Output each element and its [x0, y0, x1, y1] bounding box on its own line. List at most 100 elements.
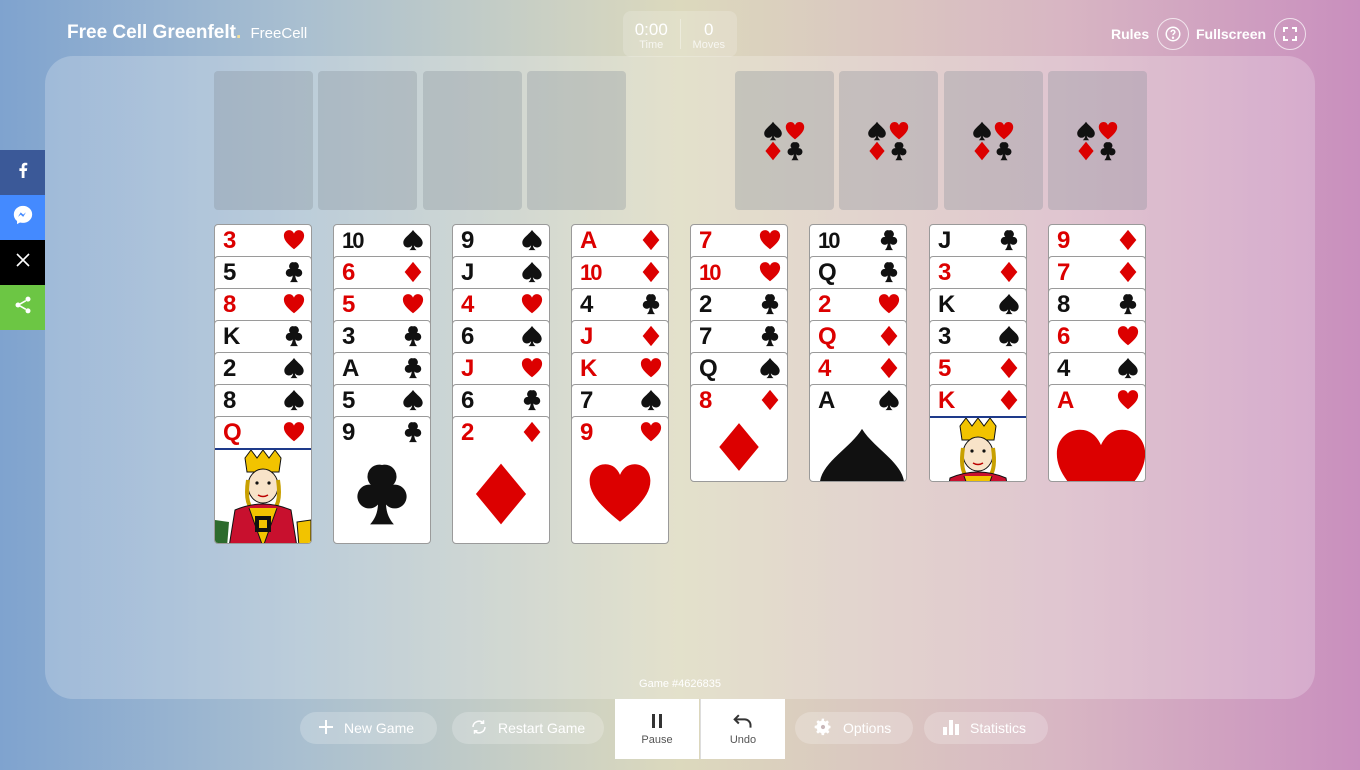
spade-icon — [972, 121, 991, 140]
diamond-icon — [404, 261, 422, 283]
share-messenger-button[interactable] — [0, 195, 45, 240]
card-rank: K — [580, 355, 597, 382]
free-cell-1[interactable] — [214, 71, 313, 210]
heart-icon — [759, 262, 781, 282]
card-rank: 3 — [223, 227, 236, 254]
pause-button[interactable]: Pause — [615, 699, 699, 759]
new-game-button[interactable]: New Game — [300, 712, 437, 744]
card-rank: 8 — [699, 387, 712, 414]
diamond-icon — [642, 261, 660, 283]
club-icon — [285, 326, 303, 347]
heart-icon — [283, 294, 305, 314]
diamond-icon — [1000, 389, 1018, 411]
heart-icon — [1117, 326, 1139, 346]
free-cell-4[interactable] — [527, 71, 626, 210]
card-rank: J — [580, 323, 593, 350]
hud-time: 0:00 Time — [623, 11, 680, 57]
spade-icon — [1076, 121, 1095, 140]
x-icon — [15, 252, 31, 273]
new-game-label: New Game — [344, 720, 415, 736]
foundation-2[interactable] — [839, 71, 938, 210]
card-rank: 8 — [223, 291, 236, 318]
diamond-icon — [1000, 357, 1018, 379]
card-rank: 9 — [580, 419, 593, 446]
messenger-icon — [12, 204, 34, 231]
card-rank: 7 — [1057, 259, 1070, 286]
card-A-of-hearts[interactable]: A — [1048, 384, 1146, 482]
free-cell-3[interactable] — [423, 71, 522, 210]
face-card-art — [215, 448, 311, 543]
club-icon — [996, 141, 1011, 160]
heart-icon — [521, 358, 543, 378]
help-icon — [1157, 18, 1190, 50]
options-button[interactable]: Options — [795, 712, 913, 744]
four-suits-icon — [867, 121, 911, 161]
undo-button[interactable]: Undo — [700, 699, 785, 759]
club-icon — [880, 262, 898, 283]
card-rank: 4 — [461, 291, 474, 318]
brand-subtitle: FreeCell — [250, 25, 308, 42]
free-cell-2[interactable] — [318, 71, 417, 210]
spade-icon — [867, 121, 886, 140]
club-icon — [523, 390, 541, 411]
card-rank: 2 — [818, 291, 831, 318]
bar-chart-icon — [942, 718, 960, 739]
share-share-button[interactable] — [0, 285, 45, 330]
card-rank: J — [938, 227, 951, 254]
card-rank: A — [580, 227, 597, 254]
brand-title-text: Free Cell Greenfelt — [67, 22, 236, 43]
heart-center-icon — [589, 464, 651, 522]
brand-title[interactable]: Free Cell Greenfelt. FreeCell — [67, 22, 307, 44]
card-2-of-diamonds[interactable]: 2 — [452, 416, 550, 544]
pause-label: Pause — [641, 733, 673, 746]
fullscreen-button[interactable]: Fullscreen — [1196, 18, 1307, 50]
game-number: Game #4626835 — [639, 678, 721, 690]
card-9-of-clubs[interactable]: 9 — [333, 416, 431, 544]
heart-center-icon — [1056, 429, 1145, 481]
card-9-of-hearts[interactable]: 9 — [571, 416, 669, 544]
diamond-center-icon — [719, 423, 759, 471]
share-facebook-button[interactable] — [0, 150, 45, 195]
rules-label: Rules — [1111, 26, 1150, 42]
diamond-icon — [973, 141, 990, 160]
diamond-icon — [642, 229, 660, 251]
foundation-3[interactable] — [944, 71, 1043, 210]
card-rank: 6 — [1057, 323, 1070, 350]
statistics-button[interactable]: Statistics — [924, 712, 1048, 744]
card-rank: 10 — [580, 260, 603, 285]
heart-icon — [1098, 121, 1117, 139]
card-rank: 8 — [1057, 291, 1070, 318]
card-rank: 5 — [223, 259, 236, 286]
foundation-4[interactable] — [1048, 71, 1147, 210]
club-icon — [761, 294, 779, 315]
card-rank: 3 — [938, 323, 951, 350]
diamond-icon — [642, 325, 660, 347]
card-K-of-diamonds[interactable]: K — [929, 384, 1027, 482]
restart-game-button[interactable]: Restart Game — [452, 712, 604, 744]
share-x-button[interactable] — [0, 240, 45, 285]
card-rank: 9 — [1057, 227, 1070, 254]
diamond-icon — [764, 141, 781, 160]
spade-icon — [522, 229, 542, 251]
diamond-center-icon — [475, 463, 527, 525]
pause-icon — [650, 713, 664, 732]
spade-icon — [763, 121, 782, 140]
foundation-1[interactable] — [735, 71, 834, 210]
card-8-of-diamonds[interactable]: 8 — [690, 384, 788, 482]
club-icon — [404, 422, 422, 443]
club-icon — [1119, 294, 1137, 315]
spade-icon — [641, 389, 661, 411]
card-rank: 6 — [461, 387, 474, 414]
card-Q-of-hearts[interactable]: Q — [214, 416, 312, 544]
statistics-label: Statistics — [970, 720, 1027, 736]
card-rank: 5 — [938, 355, 951, 382]
card-rank: Q — [818, 323, 837, 350]
undo-icon — [733, 713, 753, 732]
club-icon — [761, 326, 779, 347]
card-rank: 10 — [818, 228, 841, 253]
rules-button[interactable]: Rules — [1111, 18, 1190, 50]
spade-icon — [760, 357, 780, 379]
card-A-of-spades[interactable]: A — [809, 384, 907, 482]
diamond-icon — [868, 141, 885, 160]
card-rank: 5 — [342, 387, 355, 414]
